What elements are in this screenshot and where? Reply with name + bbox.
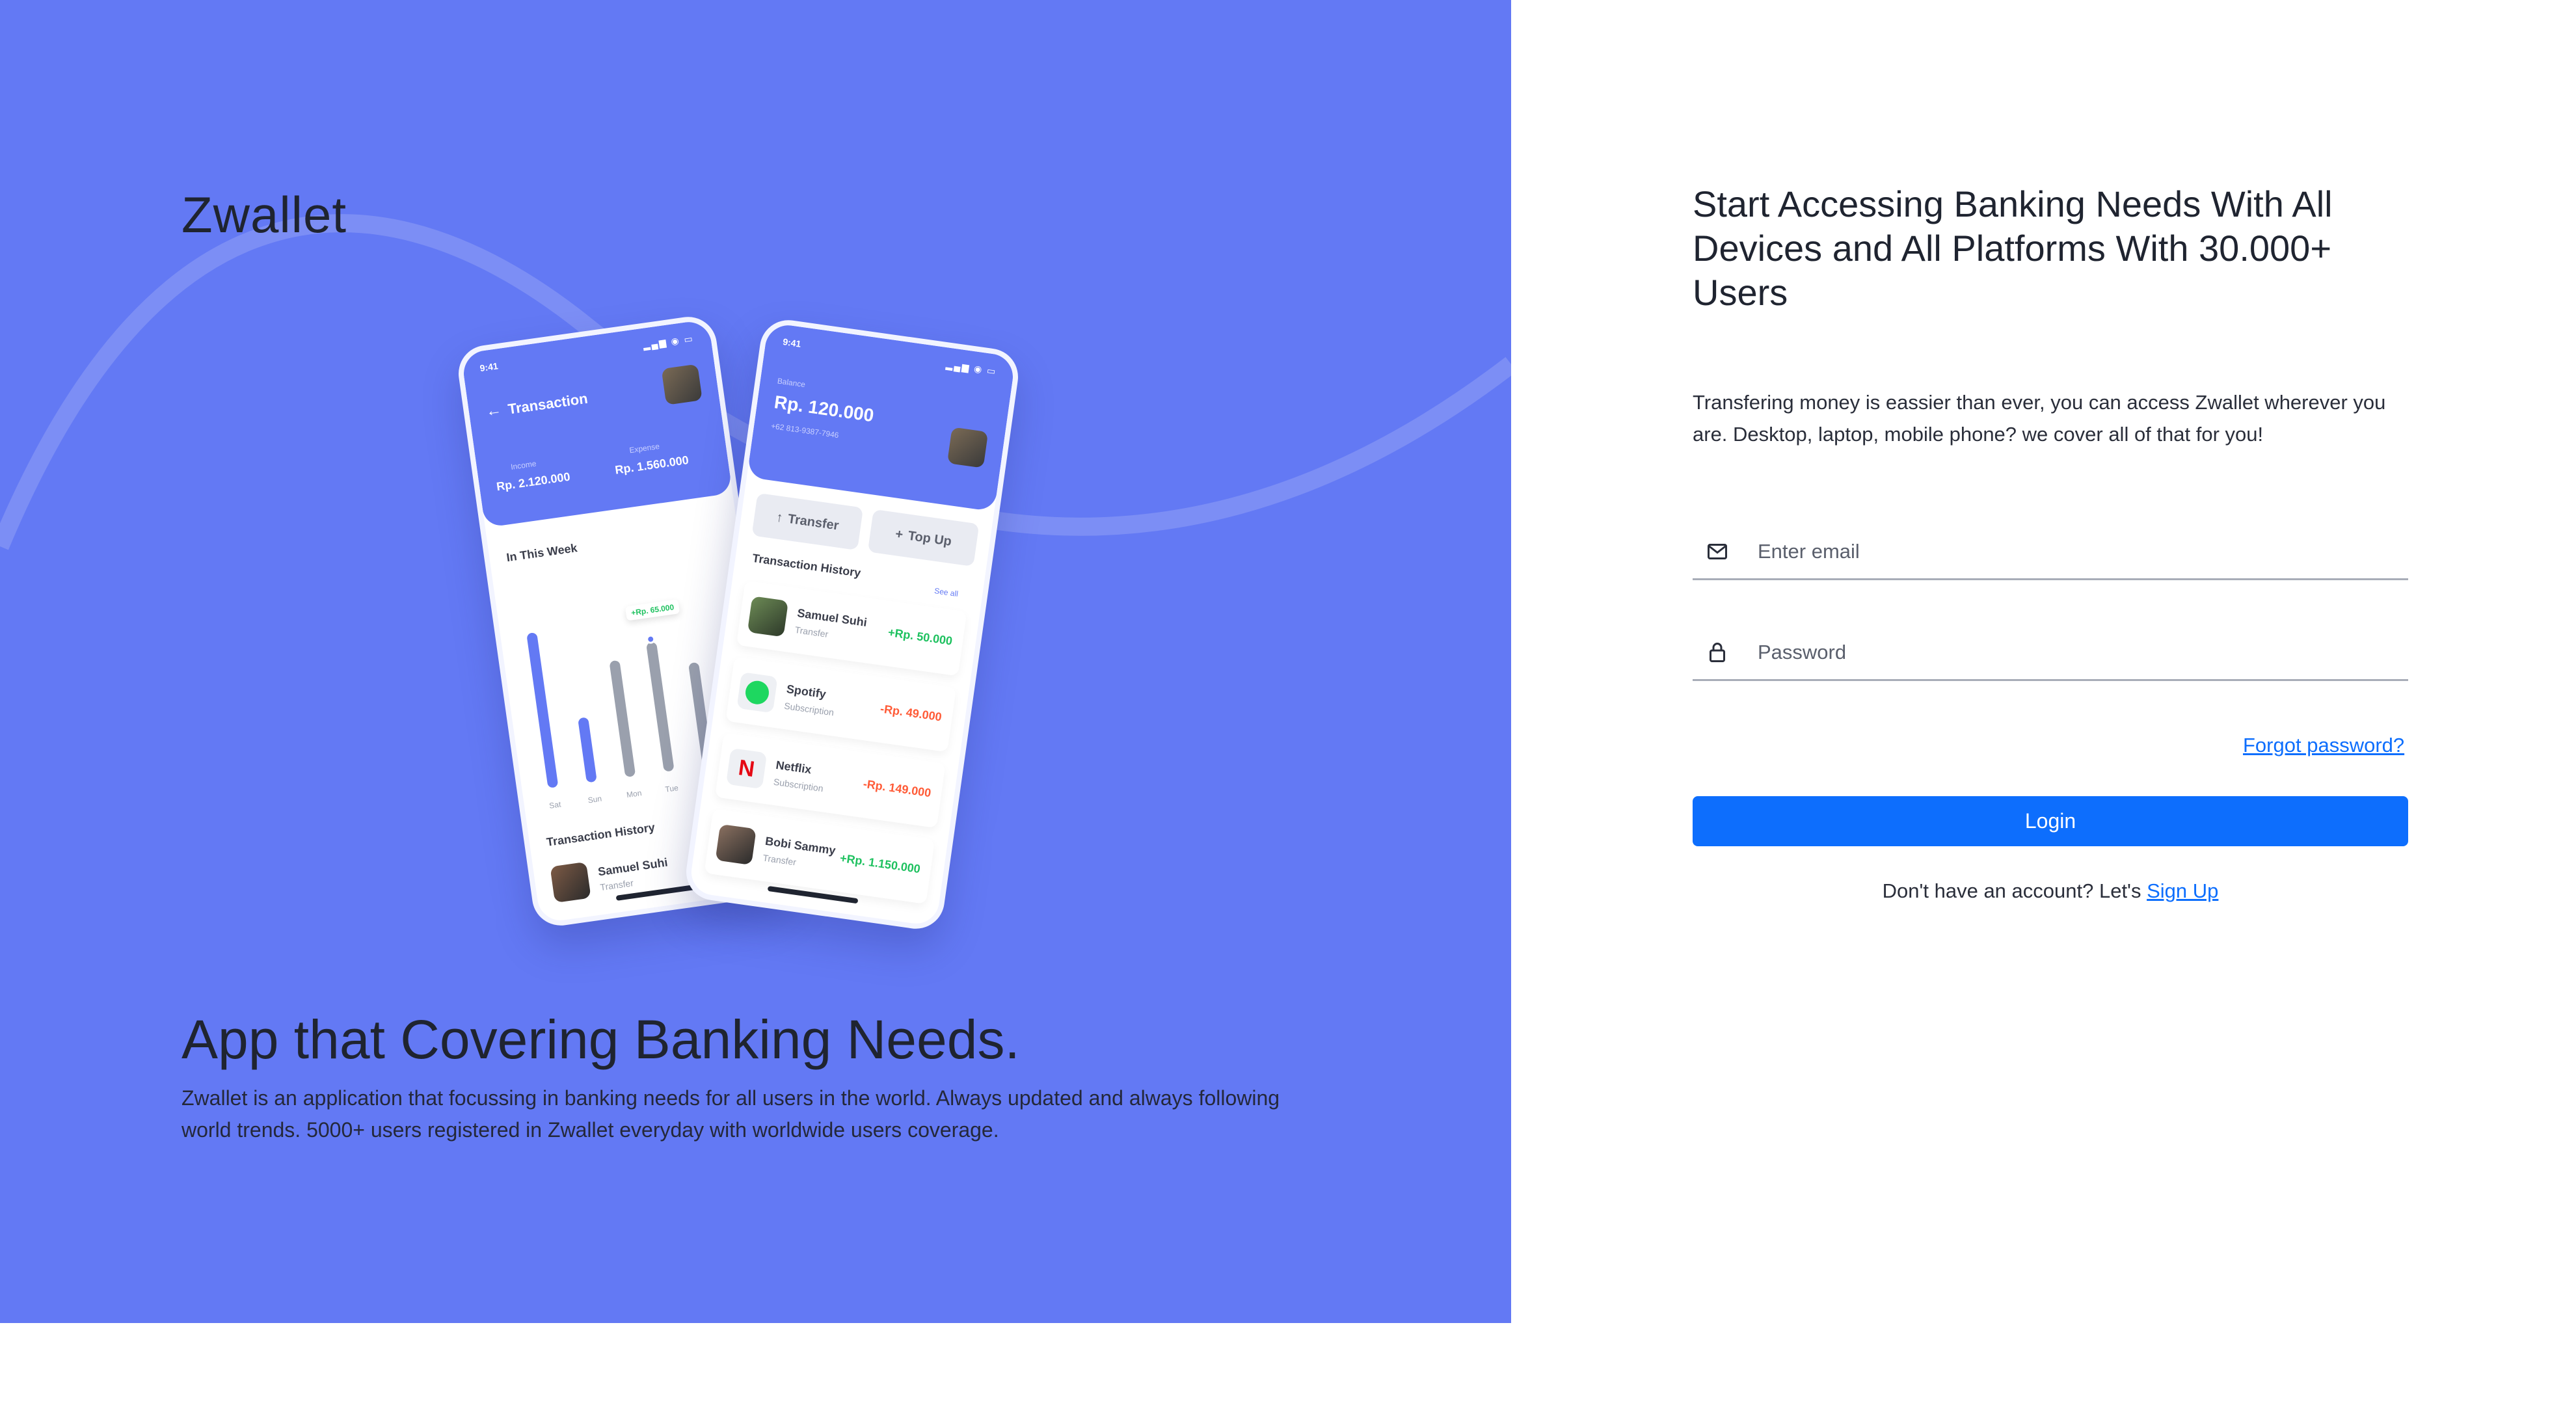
hero-description: Zwallet is an application that focussing…	[181, 1086, 1280, 1142]
chart-bar	[578, 717, 597, 783]
tx-type: Subscription	[773, 776, 824, 794]
avatar	[661, 364, 703, 405]
topup-label: Top Up	[907, 528, 953, 549]
expense-label: Expense	[628, 441, 660, 455]
phone-number: +62 813-9387-7946	[770, 421, 840, 440]
mail-icon	[1708, 544, 1727, 559]
avatar	[715, 823, 757, 866]
day-label: Sat	[548, 799, 562, 810]
phone-header: 9:41 ▂▄▆ ◉ ▭ ← Transaction Income Rp. 2.…	[461, 319, 733, 528]
tx-type: Transfer	[762, 852, 798, 868]
topup-button: + Top Up	[867, 509, 980, 567]
netflix-icon: N	[725, 747, 768, 790]
see-all-link: See all	[933, 586, 959, 599]
hero-title: App that Covering Banking Needs.	[181, 1009, 1020, 1070]
day-label: Sun	[587, 794, 602, 805]
expense-value: Rp. 1.560.000	[614, 453, 690, 477]
plus-icon: +	[894, 526, 904, 542]
tx-amount: +Rp. 1.150.000	[839, 851, 922, 876]
signup-prompt-text: Don't have an account? Let's	[1882, 879, 2147, 902]
income-value: Rp. 2.120.000	[495, 470, 571, 494]
back-arrow-icon: ←	[485, 401, 503, 421]
arrow-up-icon: ↑	[775, 509, 784, 525]
login-description: Transfering money is eassier than ever, …	[1693, 391, 2386, 446]
transfer-label: Transfer	[786, 511, 840, 533]
tx-name: Samuel Suhi	[597, 855, 669, 879]
tx-name: Netflix	[775, 758, 812, 777]
chart-bar	[646, 641, 675, 772]
tx-type: Subscription	[783, 700, 835, 718]
email-field	[1693, 520, 2408, 580]
status-time: 9:41	[479, 360, 499, 374]
email-input[interactable]	[1758, 533, 2395, 570]
status-icons: ▂▄▆ ◉ ▭	[945, 359, 998, 377]
chart-bar	[526, 632, 559, 788]
day-label: Tue	[664, 783, 679, 794]
lock-icon	[1710, 643, 1725, 662]
avatar	[946, 427, 989, 468]
password-input[interactable]	[1758, 634, 2395, 671]
forgot-password-link[interactable]: Forgot password?	[2243, 734, 2404, 757]
tx-name: Spotify	[785, 682, 827, 701]
chart-bar	[609, 660, 636, 778]
phone-header: 9:41 ▂▄▆ ◉ ▭ Balance Rp. 120.000 +62 813…	[746, 322, 1016, 512]
phone-title: Transaction	[507, 390, 589, 418]
login-title: Start Accessing Banking Needs With All D…	[1693, 183, 2333, 313]
tx-amount: -Rp. 49.000	[879, 702, 943, 724]
history-label: Transaction History	[751, 551, 862, 580]
tx-amount: -Rp. 149.000	[862, 777, 932, 800]
tx-type: Transfer	[599, 877, 634, 893]
avatar	[747, 596, 789, 637]
spotify-icon	[736, 672, 778, 714]
signup-link[interactable]: Sign Up	[2147, 879, 2218, 902]
chart-tooltip: +Rp. 65.000	[624, 599, 680, 621]
tx-amount: +Rp. 50.000	[887, 625, 954, 648]
hero-panel: Zwallet 9:41 ▂▄▆ ◉ ▭ ← Transaction Incom…	[0, 0, 1511, 1323]
tx-type: Transfer	[794, 624, 829, 639]
signup-prompt: Don't have an account? Let's Sign Up	[1693, 879, 2408, 903]
balance-value: Rp. 120.000	[773, 392, 876, 426]
password-field	[1693, 621, 2408, 681]
history-label: Transaction History	[545, 820, 656, 849]
status-icons: ▂▄▆ ◉ ▭	[642, 333, 695, 351]
income-label: Income	[510, 459, 537, 472]
login-button[interactable]: Login	[1693, 796, 2408, 846]
avatar	[550, 861, 591, 903]
balance-label: Balance	[777, 376, 806, 390]
status-time: 9:41	[782, 336, 802, 349]
week-label: In This Week	[505, 541, 578, 565]
transfer-button: ↑ Transfer	[751, 492, 864, 550]
brand-logo: Zwallet	[181, 186, 347, 243]
day-label: Mon	[626, 788, 643, 800]
